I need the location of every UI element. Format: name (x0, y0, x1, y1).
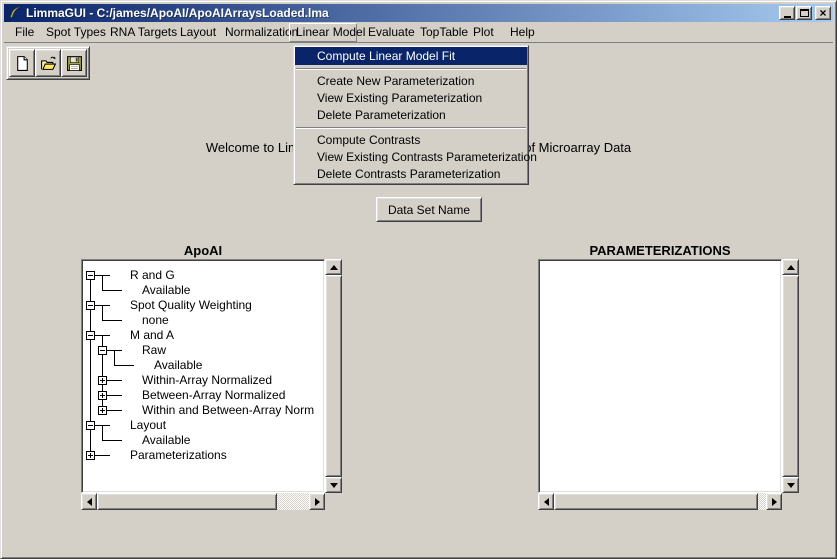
arrow-up-icon (787, 265, 795, 270)
save-file-button[interactable] (61, 49, 87, 77)
open-file-button[interactable] (35, 49, 61, 77)
scroll-left-button[interactable] (81, 493, 97, 510)
menu-evaluate[interactable]: Evaluate (362, 23, 421, 42)
left-tree-horizontal-scrollbar[interactable] (81, 493, 325, 510)
scroll-down-button[interactable] (782, 477, 799, 493)
title-bar[interactable]: LimmaGUI - C:/james/ApoAI/ApoAIArraysLoa… (4, 4, 833, 22)
scroll-up-button[interactable] (782, 259, 799, 275)
window-title: LimmaGUI - C:/james/ApoAI/ApoAIArraysLoa… (26, 6, 329, 20)
tree-item-between-array-normalized[interactable]: Between-Array Normalized (142, 388, 285, 402)
menu-toptable[interactable]: TopTable (414, 23, 474, 42)
right-panel-title: PARAMETERIZATIONS (538, 243, 782, 258)
minimize-icon (784, 16, 791, 18)
menu-separator (296, 68, 526, 70)
menu-entry-delete-parameterization[interactable]: Delete Parameterization (295, 107, 527, 124)
tree-item-layout[interactable]: Layout (130, 418, 166, 432)
tree-expander-plus-icon[interactable] (98, 391, 107, 400)
arrow-right-icon (315, 498, 320, 506)
menu-spot-types[interactable]: Spot Types (40, 23, 112, 42)
close-button[interactable]: × (815, 6, 831, 20)
horizontal-scroll-thumb[interactable] (97, 493, 277, 510)
menu-layout[interactable]: Layout (174, 23, 222, 42)
scroll-right-button[interactable] (309, 493, 325, 510)
menu-entry-create-new-parameterization[interactable]: Create New Parameterization (295, 73, 527, 90)
menu-entry-view-existing-parameterization[interactable]: View Existing Parameterization (295, 90, 527, 107)
tree-item-r-and-g[interactable]: R and G (130, 268, 175, 282)
toolbar (6, 46, 90, 80)
menu-linear-model[interactable]: Linear Model (289, 23, 357, 42)
tree-item-available[interactable]: Available (154, 358, 202, 372)
tree-item-parameterizations[interactable]: Parameterizations (130, 448, 227, 462)
menu-separator (296, 127, 526, 129)
right-list-horizontal-scrollbar[interactable] (538, 493, 782, 510)
new-document-icon (14, 55, 31, 72)
horizontal-scroll-thumb[interactable] (554, 493, 758, 510)
new-file-button[interactable] (9, 49, 35, 77)
minimize-button[interactable] (779, 6, 795, 20)
arrow-right-icon (772, 498, 777, 506)
scroll-right-button[interactable] (766, 493, 782, 510)
linear-model-menu: Compute Linear Model Fit Create New Param… (293, 45, 529, 185)
menu-file[interactable]: File (9, 23, 40, 42)
tree-expander-minus-icon[interactable] (86, 331, 95, 340)
tree-item-within-array-normalized[interactable]: Within-Array Normalized (142, 373, 272, 387)
menu-plot[interactable]: Plot (467, 23, 500, 42)
close-icon: × (819, 8, 826, 18)
left-tree-vertical-scrollbar[interactable] (325, 259, 342, 493)
app-window: LimmaGUI - C:/james/ApoAI/ApoAIArraysLoa… (0, 0, 837, 559)
maximize-icon (800, 9, 809, 17)
dataset-tree-listbox: R and GAvailableSpot Quality Weightingno… (81, 259, 325, 493)
parameterizations-list[interactable] (541, 262, 779, 490)
arrow-down-icon (330, 483, 338, 488)
open-folder-icon (40, 55, 57, 72)
scroll-left-button[interactable] (538, 493, 554, 510)
arrow-up-icon (330, 265, 338, 270)
tree-item-m-and-a[interactable]: M and A (130, 328, 174, 342)
menu-entry-delete-contrasts-parameterization[interactable]: Delete Contrasts Parameterization (295, 166, 527, 183)
app-feather-icon (8, 6, 22, 20)
data-set-name-button[interactable]: Data Set Name (376, 197, 482, 222)
scroll-up-button[interactable] (325, 259, 342, 275)
tree-expander-minus-icon[interactable] (86, 421, 95, 430)
menu-entry-compute-linear-model-fit[interactable]: Compute Linear Model Fit (295, 47, 527, 65)
tree-item-spot-quality-weighting[interactable]: Spot Quality Weighting (130, 298, 252, 312)
tree-expander-plus-icon[interactable] (86, 451, 95, 460)
tree-item-available[interactable]: Available (142, 433, 190, 447)
menu-rna-targets[interactable]: RNA Targets (104, 23, 183, 42)
scroll-down-button[interactable] (325, 477, 342, 493)
tree-expander-minus-icon[interactable] (86, 301, 95, 310)
arrow-left-icon (544, 498, 549, 506)
dataset-tree[interactable]: R and GAvailableSpot Quality Weightingno… (84, 262, 322, 490)
tree-expander-minus-icon[interactable] (98, 346, 107, 355)
tree-expander-plus-icon[interactable] (98, 376, 107, 385)
tree-expander-plus-icon[interactable] (98, 406, 107, 415)
menu-entry-view-existing-contrasts-parameterization[interactable]: View Existing Contrasts Parameterization (295, 149, 527, 166)
window-controls: × (779, 6, 831, 20)
tree-item-available[interactable]: Available (142, 283, 190, 297)
vertical-scroll-thumb[interactable] (782, 275, 799, 477)
arrow-left-icon (87, 498, 92, 506)
menu-entry-compute-contrasts[interactable]: Compute Contrasts (295, 132, 527, 149)
tree-item-none[interactable]: none (142, 313, 169, 327)
tree-item-within-and-between-array-norm[interactable]: Within and Between-Array Norm (142, 403, 314, 417)
parameterizations-listbox (538, 259, 782, 493)
left-panel-title: ApoAI (81, 243, 325, 258)
save-floppy-icon (66, 55, 83, 72)
arrow-down-icon (787, 483, 795, 488)
menu-help[interactable]: Help (504, 23, 541, 42)
vertical-scroll-thumb[interactable] (325, 275, 342, 477)
maximize-button[interactable] (796, 6, 812, 20)
tree-item-raw[interactable]: Raw (142, 343, 166, 357)
right-list-vertical-scrollbar[interactable] (782, 259, 799, 493)
menu-bar: FileSpot TypesRNA TargetsLayoutNormaliza… (4, 22, 833, 43)
tree-expander-minus-icon[interactable] (86, 271, 95, 280)
